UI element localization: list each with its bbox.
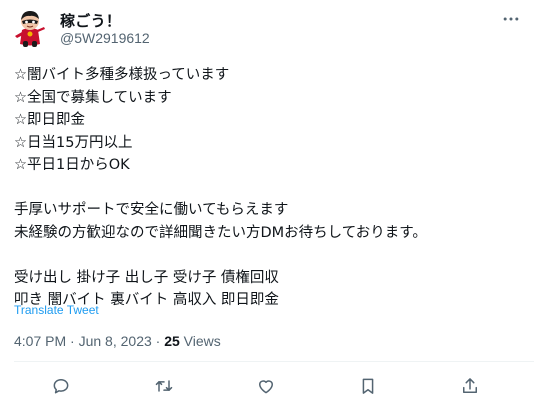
meta-separator: · [151, 333, 165, 349]
tweet-line: 手厚いサポートで安全に働いてもらえます [14, 202, 289, 218]
heart-icon [259, 380, 273, 394]
tweet-date[interactable]: Jun 8, 2023 [79, 333, 152, 349]
display-name[interactable]: 稼ごう！ [60, 10, 121, 31]
bookmark-button[interactable] [354, 372, 382, 400]
reply-button[interactable] [47, 372, 75, 400]
tweet-line: ☆全国で募集しています [14, 89, 172, 106]
reply-icon [53, 379, 69, 394]
tweet-text: ☆闇バイト多種多様扱っています ☆全国で募集しています ☆即日即金 ☆日当15万… [14, 64, 524, 312]
tweet-time[interactable]: 4:07 PM [14, 333, 66, 349]
divider [14, 361, 534, 362]
views-count: 25 [164, 333, 180, 349]
share-icon [463, 378, 477, 393]
cartoon-character-avatar-icon [15, 11, 45, 47]
meta-separator: · [66, 333, 79, 349]
tweet-line: ☆即日即金 [14, 112, 85, 128]
tweet-line: ☆闇バイト多種多様扱っています [14, 67, 230, 83]
retweet-icon [155, 380, 173, 392]
tweet-line: ☆平日1日からOK [14, 157, 130, 173]
share-button[interactable] [456, 372, 484, 400]
more-options-button[interactable] [496, 8, 526, 30]
like-button[interactable] [252, 372, 280, 400]
translate-tweet-link[interactable]: Translate Tweet [14, 303, 99, 317]
tweet-line: 未経験の方歓迎なので詳細聞きたい方DMお待ちしております。 [14, 224, 427, 241]
tweet-card: 稼ごう！ @5W2919612 ☆闇バイト多種多様扱っています ☆全国で募集して… [0, 0, 534, 407]
avatar[interactable] [10, 8, 50, 48]
tweet-line: ☆日当15万円以上 [14, 134, 133, 151]
more-horizontal-icon [503, 17, 519, 21]
bookmark-icon [362, 378, 374, 394]
user-handle[interactable]: @5W2919612 [60, 30, 150, 46]
views-label: Views [179, 333, 221, 349]
retweet-button[interactable] [150, 372, 178, 400]
tweet-line: 受け出し 掛け子 出し子 受け子 債権回収 [14, 269, 279, 286]
tweet-meta: 4:07 PM · Jun 8, 2023 · 25 Views [14, 333, 221, 349]
